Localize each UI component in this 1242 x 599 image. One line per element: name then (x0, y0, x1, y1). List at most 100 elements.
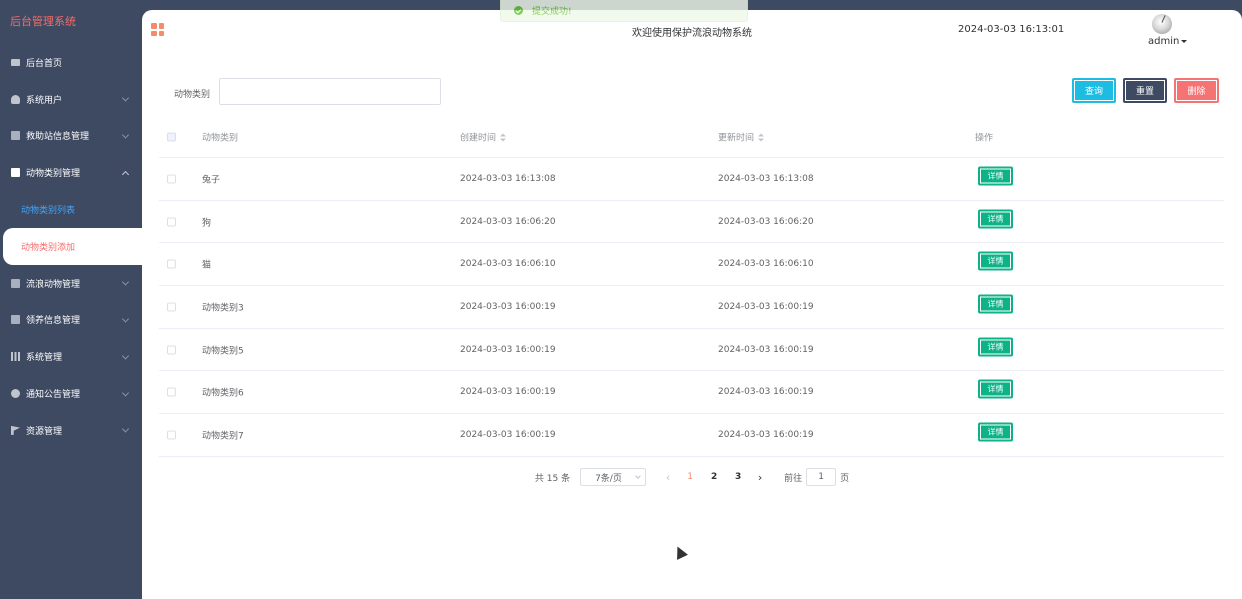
cell-updated: 2024-03-03 16:00:19 (718, 429, 814, 440)
chevron-down-icon (121, 389, 130, 397)
caret-down-icon (1181, 39, 1188, 43)
row-checkbox[interactable] (167, 217, 176, 227)
info-icon (11, 389, 20, 399)
sidebar-item-label: 救助站信息管理 (26, 132, 90, 143)
detail-button[interactable]: 详情 (978, 379, 1013, 399)
avatar[interactable] (1152, 14, 1172, 34)
row-operation-cell: 详情 (975, 422, 1013, 444)
cell-type: 动物类别6 (202, 388, 244, 399)
page-size-value: 7条/页 (595, 473, 622, 484)
sidebar-subitem-category-add[interactable]: 动物类别添加 (3, 227, 142, 265)
cell-updated: 2024-03-03 16:06:10 (718, 259, 814, 270)
detail-button[interactable]: 详情 (978, 209, 1013, 229)
datetime-display: 2024-03-03 16:13:01 (958, 24, 1065, 35)
chevron-down-icon (121, 94, 130, 102)
row-checkbox[interactable] (167, 345, 176, 355)
cell-type: 动物类别3 (202, 303, 244, 314)
row-checkbox-cell (167, 174, 176, 184)
chevron-up-icon (121, 170, 130, 178)
cell-type: 动物类别5 (202, 346, 244, 357)
detail-button[interactable]: 详情 (978, 422, 1013, 442)
reset-button[interactable]: 重置 (1123, 78, 1167, 103)
page-3-button[interactable]: 3 (726, 472, 750, 482)
row-checkbox[interactable] (167, 430, 176, 440)
column-header-updated-label: 更新时间 (718, 133, 755, 143)
cell-type: 狗 (202, 218, 212, 229)
sidebar-item-animal-category[interactable]: 动物类别管理 (0, 154, 142, 191)
goto-page-input[interactable] (806, 468, 837, 486)
sidebar-item-rescue-station[interactable]: 救助站信息管理 (0, 118, 142, 155)
sidebar-item-adoption[interactable]: 领养信息管理 (0, 302, 142, 339)
row-checkbox-cell (167, 302, 176, 312)
success-toast: 提交成功! (500, 0, 748, 22)
sidebar-item-resources[interactable]: 资源管理 (0, 412, 142, 449)
column-header-created[interactable]: 创建时间 (460, 130, 507, 143)
sidebar-item-system-admin[interactable]: 系统管理 (0, 338, 142, 375)
next-page-button[interactable]: › (750, 471, 770, 484)
sidebar-item-home[interactable]: 后台首页 (0, 44, 142, 81)
sidebar-item-notices[interactable]: 通知公告管理 (0, 375, 142, 412)
square-icon (11, 278, 20, 288)
column-header-operation: 操作 (975, 133, 994, 143)
flag-icon (11, 425, 20, 435)
column-header-updated[interactable]: 更新时间 (718, 130, 765, 143)
sidebar-item-label: 系统用户 (26, 95, 63, 106)
sidebar-item-label: 系统管理 (26, 353, 63, 364)
sidebar-subitem-category-list[interactable]: 动物类别列表 (0, 191, 142, 228)
row-checkbox[interactable] (167, 259, 176, 269)
sort-icon[interactable] (500, 133, 507, 142)
chevron-down-icon (121, 131, 130, 139)
success-check-icon (514, 6, 523, 15)
bar-chart-icon (11, 352, 20, 362)
detail-button[interactable]: 详情 (978, 251, 1013, 271)
table-row: 动物类别6 2024-03-03 16:00:19 2024-03-03 16:… (159, 371, 1224, 415)
cell-type: 兔子 (202, 175, 221, 186)
row-checkbox-cell (167, 387, 176, 397)
main-panel: 欢迎使用保护流浪动物系统 2024-03-03 16:13:01 admin 动… (142, 10, 1242, 599)
category-search-input[interactable] (219, 78, 441, 105)
user-icon (11, 94, 20, 104)
sidebar-item-system-users[interactable]: 系统用户 (0, 81, 142, 118)
sidebar-item-stray-animals[interactable]: 流浪动物管理 (0, 265, 142, 302)
sidebar-item-label: 通知公告管理 (26, 390, 81, 401)
table-row: 猫 2024-03-03 16:06:10 2024-03-03 16:06:1… (159, 243, 1224, 287)
row-checkbox-cell (167, 430, 176, 440)
welcome-text: 欢迎使用保护流浪动物系统 (632, 28, 752, 39)
chevron-down-icon (121, 278, 130, 286)
goto-label: 前往 (784, 473, 803, 484)
detail-button[interactable]: 详情 (978, 294, 1013, 314)
row-checkbox-cell (167, 259, 176, 269)
page-size-select[interactable]: 7条/页 (580, 468, 647, 486)
user-menu[interactable]: admin (1148, 36, 1188, 47)
cell-created: 2024-03-03 16:00:19 (460, 387, 556, 398)
select-all-checkbox[interactable] (167, 132, 176, 141)
toast-message: 提交成功! (532, 7, 572, 17)
square-icon (11, 168, 20, 178)
query-button[interactable]: 查询 (1072, 78, 1116, 103)
sidebar-item-label: 流浪动物管理 (26, 279, 81, 290)
detail-button[interactable]: 详情 (978, 337, 1013, 357)
username: admin (1148, 36, 1180, 47)
page-1-button[interactable]: 1 (678, 472, 702, 482)
page-2-button[interactable]: 2 (702, 472, 726, 482)
cell-created: 2024-03-03 16:00:19 (460, 301, 556, 312)
cell-updated: 2024-03-03 16:00:19 (718, 344, 814, 355)
cell-type: 动物类别7 (202, 431, 244, 442)
row-operation-cell: 详情 (975, 337, 1013, 359)
cell-created: 2024-03-03 16:06:10 (460, 259, 556, 270)
sort-icon[interactable] (758, 133, 765, 142)
cell-updated: 2024-03-03 16:00:19 (718, 387, 814, 398)
row-checkbox[interactable] (167, 174, 176, 184)
delete-button[interactable]: 删除 (1174, 78, 1219, 103)
square-icon (11, 131, 20, 141)
row-operation-cell: 详情 (975, 251, 1013, 274)
detail-button[interactable]: 详情 (978, 166, 1013, 186)
cell-created: 2024-03-03 16:00:19 (460, 344, 556, 355)
table-row: 狗 2024-03-03 16:06:20 2024-03-03 16:06:2… (159, 201, 1224, 244)
cell-created: 2024-03-03 16:06:20 (460, 216, 556, 227)
row-checkbox[interactable] (167, 302, 176, 312)
sidebar-item-label: 资源管理 (26, 426, 63, 437)
row-checkbox[interactable] (167, 387, 176, 397)
prev-page-button[interactable]: ‹ (658, 471, 678, 484)
cell-updated: 2024-03-03 16:06:20 (718, 216, 814, 227)
